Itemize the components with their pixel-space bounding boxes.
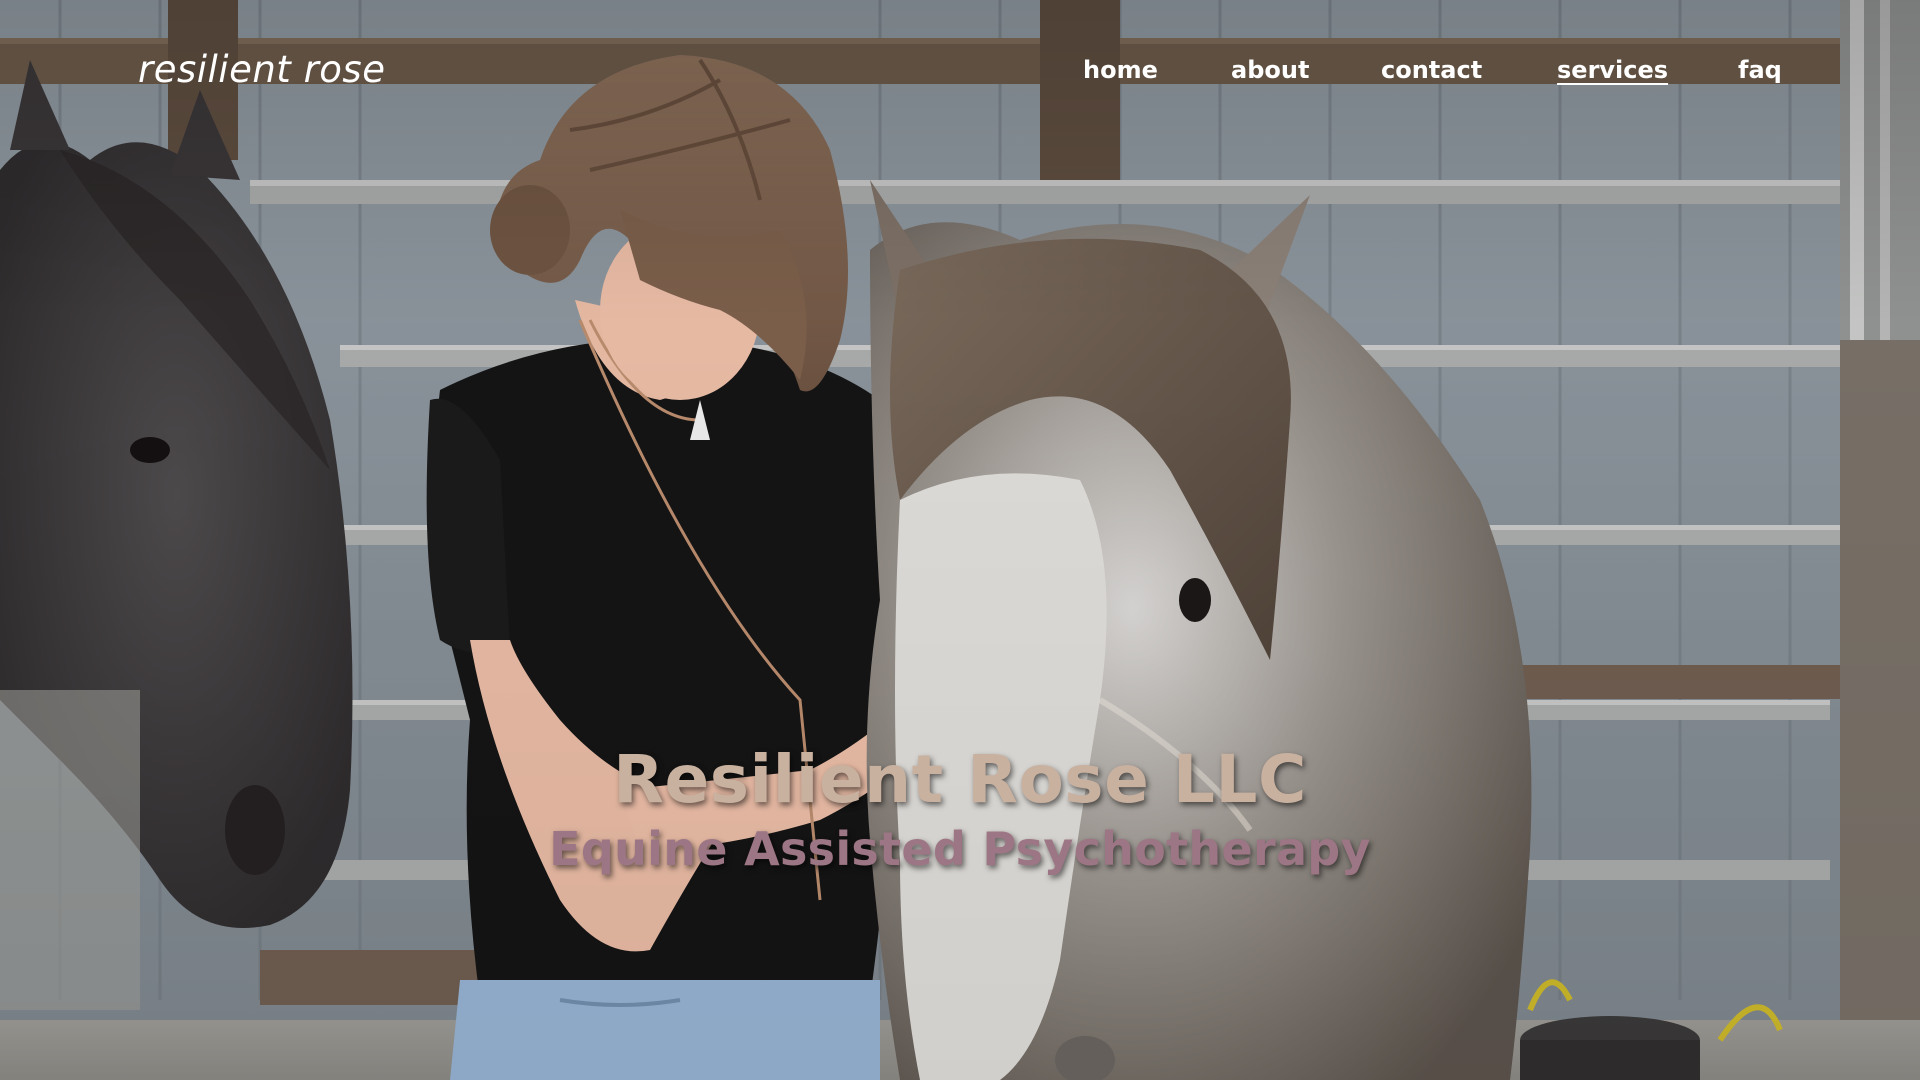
nav-services[interactable]: services — [1557, 56, 1668, 84]
nav-contact[interactable]: contact — [1381, 56, 1482, 84]
page: resilient rose home about contact servic… — [0, 0, 1920, 1080]
main-nav: home about contact services faq — [0, 56, 1920, 96]
nav-home[interactable]: home — [1083, 56, 1158, 84]
nav-faq[interactable]: faq — [1738, 56, 1782, 84]
hero-title: Resilient Rose LLC — [613, 741, 1307, 818]
nav-about[interactable]: about — [1231, 56, 1309, 84]
site-header: resilient rose home about contact servic… — [0, 0, 1920, 150]
hero-background-photo — [0, 0, 1920, 1080]
hero-text: Resilient Rose LLC Equine Assisted Psych… — [0, 740, 1920, 878]
hero-subtitle: Equine Assisted Psychotherapy — [549, 822, 1371, 876]
